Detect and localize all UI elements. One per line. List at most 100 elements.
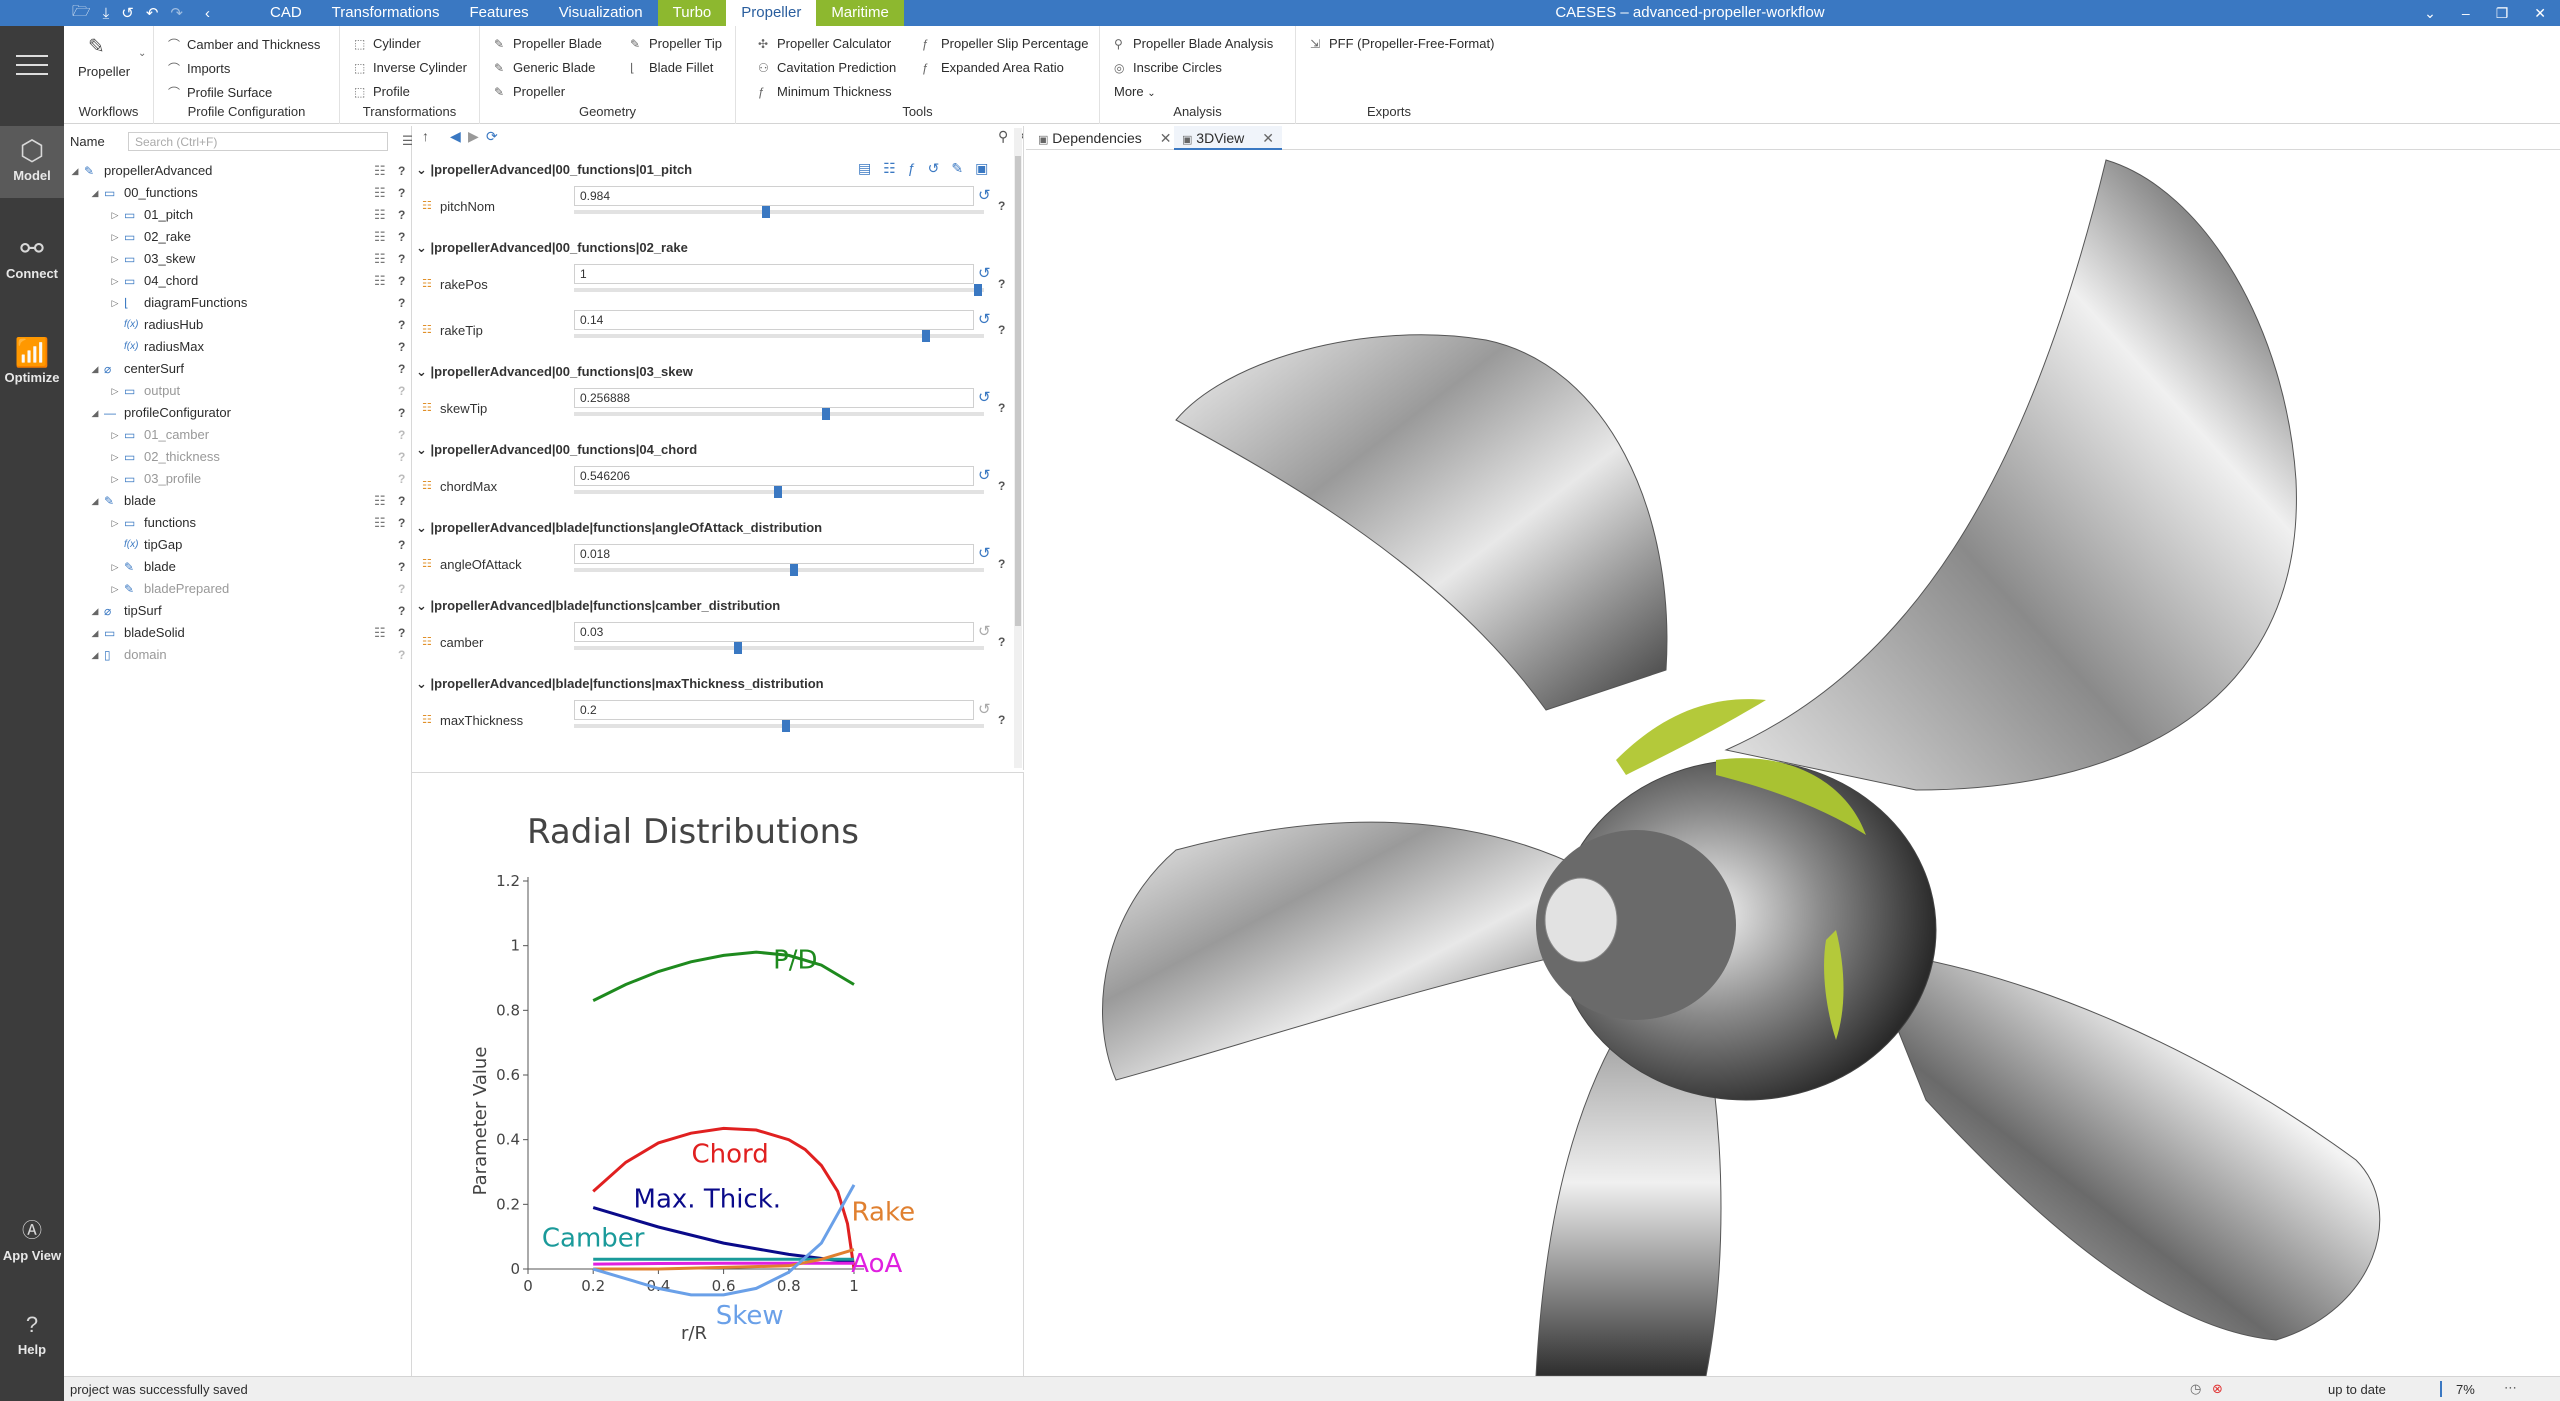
expand-arrow-icon[interactable]: ▷ [110, 578, 120, 600]
tree-item[interactable]: f(x) tipGap? [64, 534, 412, 556]
help-icon[interactable]: ? [998, 199, 1005, 213]
reset-icon[interactable]: ↺ [978, 388, 991, 406]
help-icon[interactable]: ? [398, 402, 405, 424]
expand-arrow-icon[interactable]: ▷ [110, 204, 120, 226]
next-icon[interactable]: ▶ [468, 128, 479, 145]
help-icon[interactable]: ? [398, 468, 405, 490]
more-button[interactable]: More ⌄ [1114, 84, 1156, 99]
expand-arrow-icon[interactable]: ▷ [110, 270, 120, 292]
stop-icon[interactable]: ⊗ [2212, 1381, 2223, 1397]
tree-item[interactable]: ▷ ▭ functions ☷? [64, 512, 412, 534]
help-icon[interactable]: ? [398, 314, 405, 336]
slider-handle[interactable] [774, 486, 782, 498]
tree-item[interactable]: ◢ ✎ propellerAdvanced ☷? [64, 160, 412, 182]
parameter-value-input[interactable]: 0.984 [574, 186, 974, 206]
parameter-slider[interactable] [574, 724, 984, 728]
help-icon[interactable]: ? [398, 182, 405, 204]
slider-handle[interactable] [822, 408, 830, 420]
blade-fillet-button[interactable]: ⌊ Blade Fillet [630, 60, 713, 75]
tree-item[interactable]: ◢ ✎ blade ☷? [64, 490, 412, 512]
inverse-cylinder-button[interactable]: ⬚ Inverse Cylinder [354, 60, 467, 75]
parameters-icon[interactable]: ☷ [374, 248, 386, 270]
parameter-scrollbar[interactable] [1014, 128, 1022, 768]
collapse-icon[interactable]: ⌄ [416, 520, 431, 535]
parameter-section-header[interactable]: ⌄ |propellerAdvanced|00_functions|01_pit… [416, 162, 692, 178]
help-icon[interactable]: ? [398, 490, 405, 512]
tree-item[interactable]: ▷ ▭ 01_camber? [64, 424, 412, 446]
tree-item[interactable]: ▷ ▭ 01_pitch ☷? [64, 204, 412, 226]
help-icon[interactable]: ? [398, 270, 405, 292]
help-icon[interactable]: ? [398, 226, 405, 248]
sticky-note-icon[interactable]: ▤ [858, 160, 871, 177]
parameter-value-input[interactable]: 0.546206 [574, 466, 974, 486]
collapse-icon[interactable]: ⌄ [416, 442, 431, 457]
parameter-section-header[interactable]: ⌄ |propellerAdvanced|blade|functions|cam… [416, 598, 780, 614]
expand-arrow-icon[interactable]: ◢ [70, 160, 80, 182]
history-icon[interactable]: ↺ [121, 4, 134, 22]
parameters-icon[interactable]: ☷ [374, 160, 386, 182]
parameter-slider[interactable] [574, 210, 984, 214]
help-icon[interactable]: ? [398, 248, 405, 270]
expand-icon[interactable]: ▣ [975, 160, 988, 177]
reset-icon[interactable]: ↺ [978, 466, 991, 484]
profile-transform-button[interactable]: ⬚ Profile [354, 84, 410, 99]
cylinder-button[interactable]: ⬚ Cylinder [354, 36, 421, 51]
tree-item[interactable]: ▷ ✎ bladePrepared? [64, 578, 412, 600]
collapse-icon[interactable]: ⌄ [416, 162, 431, 177]
slider-handle[interactable] [790, 564, 798, 576]
collapse-icon[interactable]: ⌄ [416, 364, 431, 379]
expand-arrow-icon[interactable]: ◢ [90, 358, 100, 380]
parameters-icon[interactable]: ☷ [374, 182, 386, 204]
minimize-icon[interactable]: – [2462, 5, 2470, 21]
parameter-slider[interactable] [574, 646, 984, 650]
collapse-icon[interactable]: ⌄ [416, 676, 431, 691]
help-icon[interactable]: ? [398, 556, 405, 578]
expand-arrow-icon[interactable]: ▷ [110, 292, 120, 314]
parameter-value-input[interactable]: 0.256888 [574, 388, 974, 408]
reset-icon[interactable]: ↺ [978, 310, 991, 328]
parameters-icon[interactable]: ☷ [374, 204, 386, 226]
help-icon[interactable]: ? [398, 380, 405, 402]
parameter-value-input[interactable]: 0.14 [574, 310, 974, 330]
tree-item[interactable]: ▷ ⌊ diagramFunctions? [64, 292, 412, 314]
tree-item[interactable]: ▷ ▭ 03_profile? [64, 468, 412, 490]
parameters-icon[interactable]: ☷ [374, 226, 386, 248]
expand-arrow-icon[interactable]: ◢ [90, 644, 100, 666]
tree-item[interactable]: ◢ ▯ domain? [64, 644, 412, 666]
menu-propeller[interactable]: Propeller [726, 0, 817, 26]
expand-arrow-icon[interactable]: ▷ [110, 556, 120, 578]
expand-arrow-icon[interactable]: ◢ [90, 600, 100, 622]
propeller-slip-button[interactable]: ƒ Propeller Slip Percentage [922, 36, 1088, 51]
propeller-blade-button[interactable]: ✎ Propeller Blade [494, 36, 602, 51]
parameter-section-header[interactable]: ⌄ |propellerAdvanced|00_functions|02_rak… [416, 240, 688, 256]
parameter-slider[interactable] [574, 288, 984, 292]
slider-handle[interactable] [922, 330, 930, 342]
help-icon[interactable]: ? [398, 644, 405, 666]
tree-item[interactable]: ▷ ✎ blade? [64, 556, 412, 578]
parameter-section-header[interactable]: ⌄ |propellerAdvanced|00_functions|03_ske… [416, 364, 693, 380]
nav-model[interactable]: ⬡ Model [0, 126, 64, 198]
inscribe-circles-button[interactable]: ◎ Inscribe Circles [1114, 60, 1222, 75]
tree-item[interactable]: f(x) radiusMax? [64, 336, 412, 358]
sync-icon[interactable]: ⟳ [486, 128, 498, 145]
menu-visualization[interactable]: Visualization [544, 0, 658, 26]
back-icon[interactable]: ‹ [205, 5, 210, 22]
parameter-value-input[interactable]: 0.2 [574, 700, 974, 720]
folder-open-icon[interactable]: 🗁 [72, 1, 91, 26]
3d-viewport[interactable] [1026, 150, 2560, 1376]
slider-handle[interactable] [974, 284, 982, 296]
menu-maritime[interactable]: Maritime [816, 0, 904, 26]
help-icon[interactable]: ? [998, 713, 1005, 727]
redo-icon[interactable]: ↷ [170, 4, 183, 22]
parameter-section-header[interactable]: ⌄ |propellerAdvanced|00_functions|04_cho… [416, 442, 697, 458]
close-icon[interactable]: ✕ [1262, 130, 1274, 146]
parameter-value-input[interactable]: 1 [574, 264, 974, 284]
help-icon[interactable]: ? [398, 358, 405, 380]
nav-connect[interactable]: ⚯ Connect [0, 232, 64, 304]
tree-item[interactable]: ▷ ▭ 02_thickness? [64, 446, 412, 468]
camber-thickness-button[interactable]: ⌒ Camber and Thickness [168, 36, 320, 53]
menu-transformations[interactable]: Transformations [317, 0, 455, 26]
expand-arrow-icon[interactable]: ▷ [110, 468, 120, 490]
previous-icon[interactable]: ◀ [450, 128, 461, 145]
tree-item[interactable]: ◢ ⌀ centerSurf? [64, 358, 412, 380]
